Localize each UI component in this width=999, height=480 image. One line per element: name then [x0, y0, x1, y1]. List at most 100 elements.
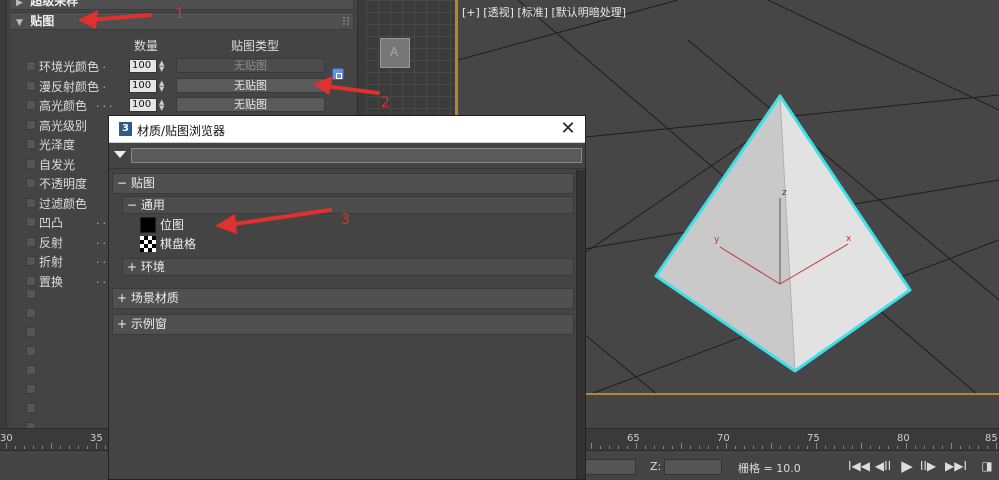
- pyramid[interactable]: [654, 94, 912, 373]
- timeline-tick: [600, 446, 601, 449]
- timeline-tick-label: 70: [717, 433, 730, 444]
- timeline-tick: [951, 443, 952, 449]
- annotation-number-3: 3: [341, 212, 350, 228]
- z-coordinate-label: Z:: [650, 460, 662, 473]
- previous-frame-icon[interactable]: ◀II: [874, 457, 892, 475]
- timeline-tick: [618, 446, 619, 449]
- map-slot-button[interactable]: 无贴图: [176, 97, 325, 112]
- options-dropdown-icon[interactable]: [114, 151, 126, 158]
- list-item-checker[interactable]: 棋盘格: [140, 235, 574, 254]
- timeline-tick: [24, 446, 25, 449]
- app-3dsmax-icon: 3: [119, 122, 132, 136]
- map-slot-button[interactable]: 无贴图: [176, 58, 325, 73]
- map-enable-checkbox[interactable]: [26, 327, 36, 337]
- search-by-name-input[interactable]: [131, 148, 582, 163]
- expand-icon: ▶: [16, 0, 23, 8]
- timeline-tick: [717, 446, 718, 449]
- map-enable-checkbox[interactable]: [26, 100, 36, 110]
- group-sample-slots[interactable]: + 示例窗: [112, 314, 574, 335]
- map-enable-checkbox[interactable]: [26, 256, 36, 266]
- next-frame-icon[interactable]: II▶: [919, 457, 937, 475]
- y-coordinate-field[interactable]: [585, 459, 636, 475]
- browser-scrollbar[interactable]: [576, 170, 585, 479]
- dialog-titlebar[interactable]: 3 材质/贴图浏览器 ✕: [109, 116, 585, 143]
- map-enable-checkbox[interactable]: [26, 403, 36, 413]
- map-row-label: 过滤颜色: [39, 196, 88, 211]
- timeline-tick: [708, 446, 709, 449]
- play-icon[interactable]: ▶: [899, 457, 915, 475]
- amount-spinner-field[interactable]: 100: [129, 78, 157, 93]
- close-button[interactable]: ✕: [559, 119, 577, 139]
- map-enable-checkbox[interactable]: [26, 197, 36, 208]
- map-row-label: 漫反射颜色: [39, 79, 100, 94]
- timeline-tick: [933, 446, 934, 449]
- sample-slot[interactable]: [380, 38, 410, 68]
- spinner-arrows-icon[interactable]: ▲ ▼: [159, 60, 167, 73]
- map-row-dots: ...: [96, 97, 116, 110]
- timeline-tick: [87, 446, 88, 449]
- subgroup-environment[interactable]: + 环境: [122, 258, 574, 276]
- map-enable-checkbox[interactable]: [26, 158, 36, 169]
- map-row-label: 自发光: [39, 157, 76, 172]
- axis-x-label: x: [846, 234, 852, 244]
- annotation-number-2: 2: [381, 95, 390, 111]
- timeline-tick: [942, 446, 943, 449]
- timeline-tick: [627, 446, 628, 449]
- amount-spinner-field[interactable]: 100: [129, 98, 157, 112]
- group-maps[interactable]: − 贴图: [112, 173, 574, 194]
- timeline-tick: [15, 446, 16, 449]
- timeline-tick: [852, 446, 853, 449]
- timeline-tick: [978, 446, 979, 449]
- go-to-start-icon[interactable]: I◀◀: [848, 457, 870, 475]
- timeline-tick: [744, 446, 745, 449]
- left-panel-scrollbar[interactable]: [0, 0, 7, 428]
- timeline-tick: [78, 446, 79, 449]
- timeline-tick: [105, 446, 106, 449]
- lock-icon[interactable]: [332, 68, 344, 80]
- z-coordinate-field[interactable]: [664, 459, 722, 475]
- axis-y-label: y: [714, 235, 720, 245]
- map-enable-checkbox[interactable]: [26, 346, 36, 356]
- list-item-label: 位图: [160, 218, 185, 232]
- search-row: [109, 143, 585, 169]
- timeline-tick: [861, 443, 862, 449]
- map-enable-checkbox[interactable]: [26, 365, 36, 375]
- go-to-end-icon[interactable]: ▶▶I: [945, 457, 967, 475]
- header-amount: 数量: [134, 39, 159, 53]
- map-row-label: 高光颜色: [39, 99, 88, 113]
- header-map-type: 贴图类型: [231, 39, 280, 53]
- timeline-tick: [735, 446, 736, 449]
- map-enable-checkbox[interactable]: [26, 384, 36, 394]
- list-item-bitmap[interactable]: 位图: [140, 216, 574, 235]
- map-row: 环境光颜色.. 100 ▲ ▼ 无贴图: [26, 57, 346, 75]
- map-enable-checkbox[interactable]: [26, 308, 36, 318]
- key-mode-icon[interactable]: ◨: [978, 457, 996, 475]
- map-enable-checkbox[interactable]: [26, 178, 36, 188]
- map-enable-checkbox[interactable]: [26, 80, 36, 91]
- map-slot-button[interactable]: 无贴图: [176, 77, 325, 93]
- map-row-label: 不透明度: [39, 177, 88, 191]
- spinner-arrows-icon[interactable]: ▲ ▼: [159, 99, 167, 112]
- timeline-tick: [663, 446, 664, 449]
- map-enable-checkbox[interactable]: [26, 61, 36, 71]
- viewport-label[interactable]: [+] [透视] [标准] [默认明暗处理]: [462, 4, 626, 20]
- map-enable-checkbox[interactable]: [26, 275, 36, 286]
- spinner-arrows-icon[interactable]: ▲ ▼: [159, 79, 167, 92]
- map-enable-checkbox[interactable]: [26, 119, 36, 130]
- dialog-title: 材质/贴图浏览器: [137, 124, 226, 138]
- map-enable-checkbox[interactable]: [26, 139, 36, 149]
- timeline-tick: [969, 446, 970, 449]
- map-enable-checkbox[interactable]: [26, 236, 36, 247]
- map-row-dots: ..: [96, 58, 109, 71]
- timeline-tick: [915, 446, 916, 449]
- map-enable-checkbox[interactable]: [26, 289, 36, 299]
- amount-spinner-field[interactable]: 100: [129, 59, 157, 73]
- group-scene-materials[interactable]: + 场景材质: [112, 288, 574, 309]
- timeline-tick: [834, 446, 835, 449]
- timeline-tick: [591, 443, 592, 449]
- timeline-tick: [798, 446, 799, 449]
- timeline-tick: [906, 443, 907, 449]
- checker-swatch-icon: [140, 236, 156, 252]
- map-enable-checkbox[interactable]: [26, 217, 36, 227]
- timeline-tick: [753, 446, 754, 449]
